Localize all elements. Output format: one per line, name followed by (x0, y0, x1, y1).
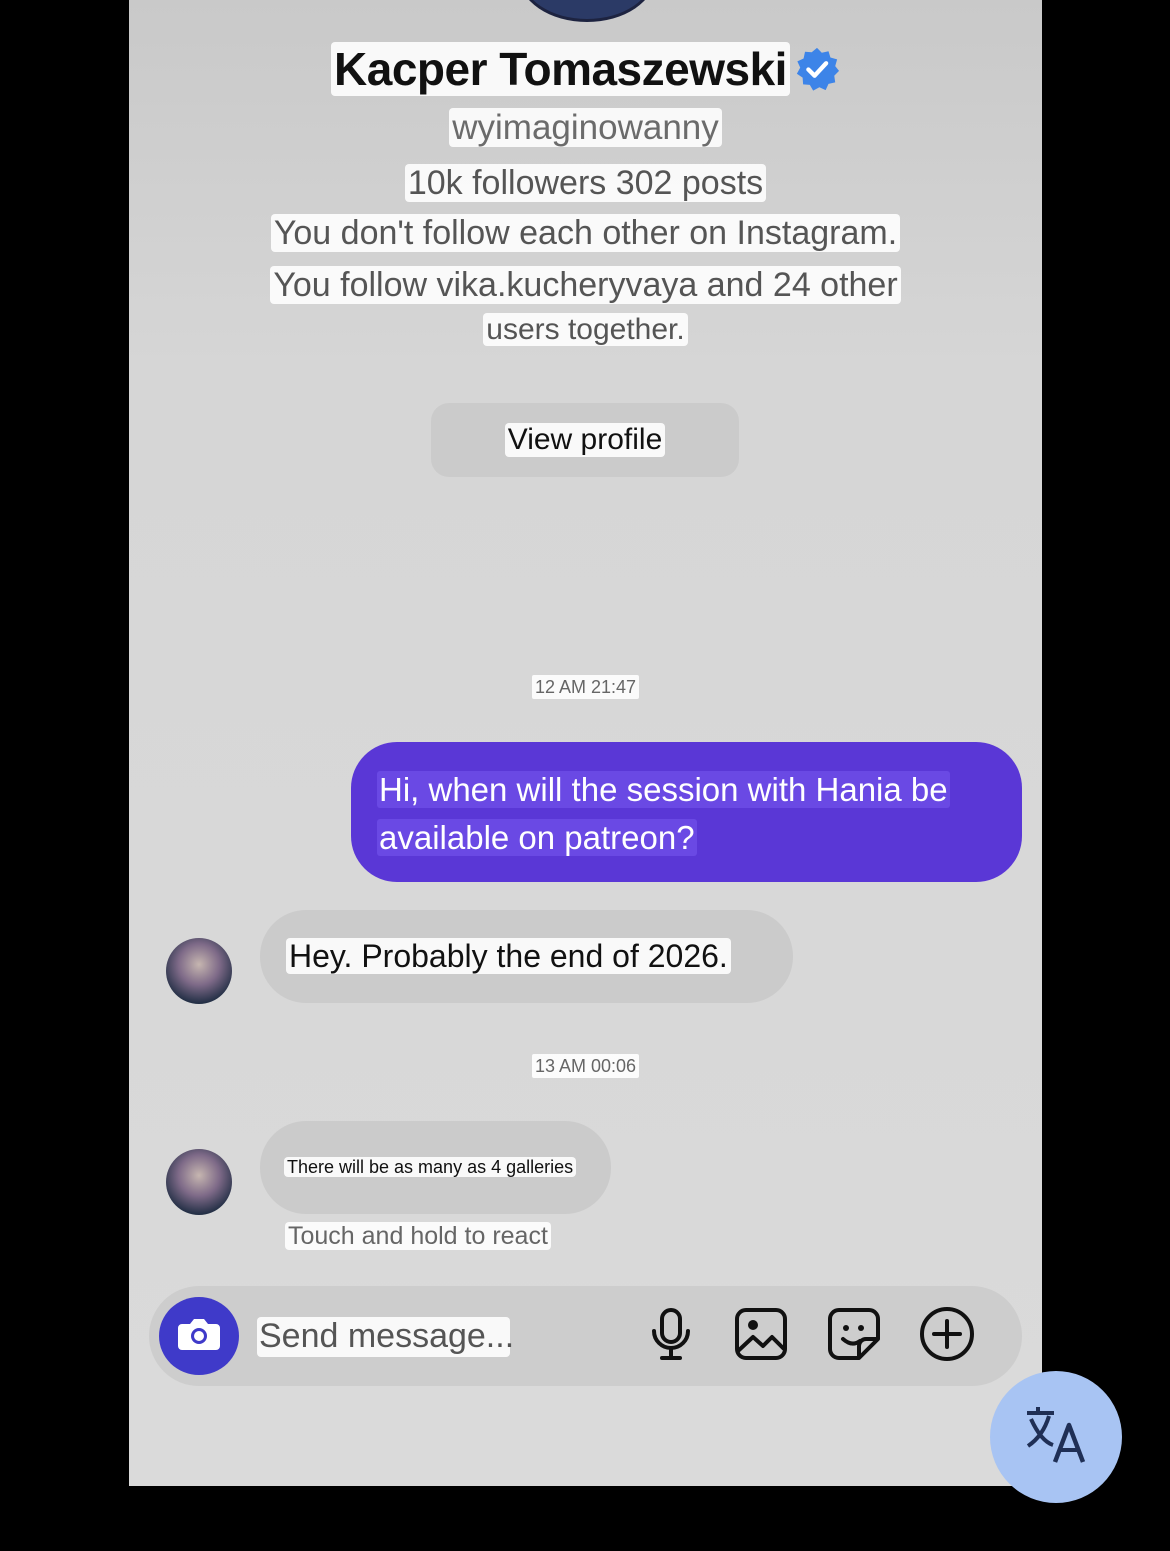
follow-status: You don't follow each other on Instagram… (270, 214, 901, 252)
follow-status-row: You don't follow each other on Instagram… (129, 214, 1042, 253)
gallery-icon (734, 1307, 788, 1366)
profile-name-row: Kacper Tomaszewski (129, 42, 1042, 96)
chat-screen: Kacper Tomaszewski wyimaginowanny 10k fo… (129, 0, 1042, 1486)
profile-handle: wyimaginowanny (449, 108, 722, 147)
message-timestamp: 13 AM 00:06 (129, 1054, 1042, 1078)
sticker-button[interactable] (826, 1307, 882, 1366)
mutual-followers-line1: You follow vika.kucheryvaya and 24 other (270, 266, 901, 304)
message-input[interactable] (257, 1313, 621, 1359)
sender-avatar[interactable] (166, 1149, 232, 1215)
sender-avatar[interactable] (166, 938, 232, 1004)
mutual-followers-row-2: users together. (129, 313, 1042, 347)
microphone-button[interactable] (643, 1307, 699, 1366)
gallery-button[interactable] (733, 1307, 789, 1366)
react-hint: Touch and hold to react (285, 1222, 551, 1251)
view-profile-label: View profile (504, 423, 666, 457)
camera-button[interactable] (159, 1297, 239, 1375)
incoming-message-text: There will be as many as 4 galleries (284, 1157, 577, 1177)
profile-avatar[interactable] (519, 0, 655, 22)
incoming-message-text: Hey. Probably the end of 2026. (286, 938, 731, 974)
incoming-message-bubble[interactable]: Hey. Probably the end of 2026. (260, 910, 793, 1003)
outgoing-message-line2: available on patreon? (377, 819, 697, 856)
plus-icon (919, 1306, 975, 1367)
incoming-message-bubble[interactable]: There will be as many as 4 galleries (260, 1121, 611, 1214)
sticker-icon (827, 1307, 881, 1366)
translate-button[interactable] (990, 1371, 1122, 1503)
mutual-followers-line2: users together. (483, 313, 688, 346)
microphone-icon (649, 1307, 693, 1366)
verified-badge-icon (794, 46, 840, 92)
timestamp-text: 13 AM 00:06 (531, 1054, 640, 1078)
profile-name: Kacper Tomaszewski (331, 42, 790, 96)
camera-icon (176, 1314, 222, 1359)
view-profile-button[interactable]: View profile (431, 403, 739, 477)
message-timestamp: 12 AM 21:47 (129, 675, 1042, 699)
outgoing-message-line1: Hi, when will the session with Hania be (377, 771, 950, 808)
translate-icon (1024, 1405, 1088, 1470)
profile-handle-row: wyimaginowanny (129, 108, 1042, 148)
timestamp-text: 12 AM 21:47 (531, 675, 640, 699)
outgoing-message-bubble[interactable]: Hi, when will the session with Hania be … (351, 742, 1022, 882)
mutual-followers-row: You follow vika.kucheryvaya and 24 other (129, 266, 1042, 305)
react-hint-text: Touch and hold to react (285, 1222, 551, 1250)
message-composer (149, 1286, 1022, 1386)
profile-stats: 10k followers 302 posts (404, 164, 767, 202)
more-button[interactable] (919, 1306, 975, 1367)
profile-stats-row: 10k followers 302 posts (129, 164, 1042, 203)
